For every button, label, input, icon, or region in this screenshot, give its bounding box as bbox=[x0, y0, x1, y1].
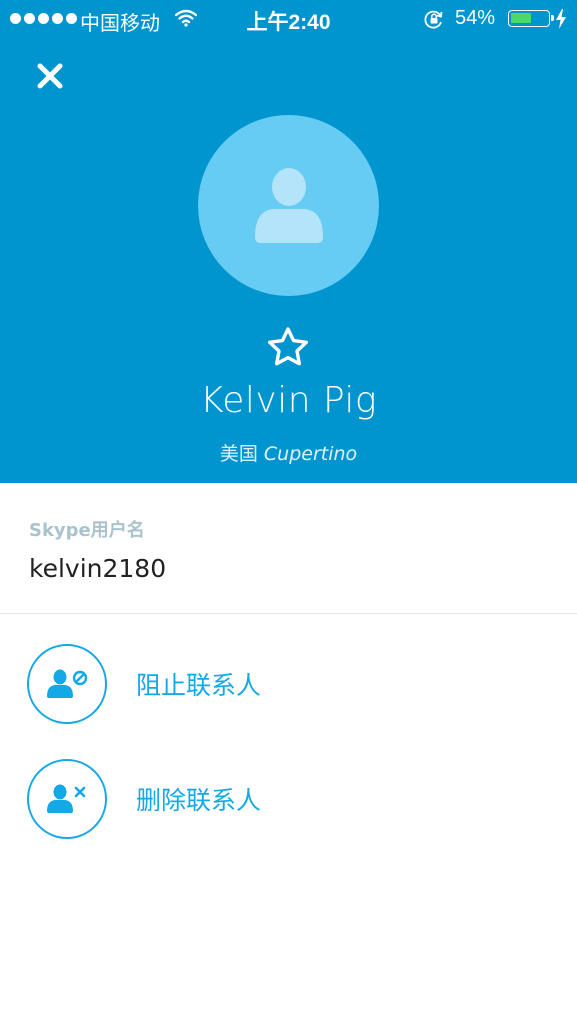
contact-location: 美国 Cupertino bbox=[0, 439, 577, 466]
remove-contact-icon bbox=[47, 784, 86, 813]
battery-icon bbox=[508, 10, 554, 27]
block-contact-button[interactable]: 阻止联系人 bbox=[27, 644, 427, 724]
close-button[interactable] bbox=[30, 56, 70, 96]
signal-strength-icon bbox=[10, 13, 77, 24]
battery-percent: 54% bbox=[455, 7, 496, 29]
block-contact-icon-ring bbox=[27, 644, 107, 724]
remove-contact-icon-ring bbox=[27, 759, 107, 839]
favorite-star-icon[interactable] bbox=[266, 326, 310, 368]
carrier-name: 中国移动 bbox=[80, 13, 160, 35]
person-icon bbox=[254, 167, 323, 243]
block-contact-icon bbox=[47, 669, 88, 698]
username-label: Skype用户名 bbox=[29, 520, 145, 541]
charging-bolt-icon bbox=[556, 9, 566, 29]
profile-header: 中国移动 上午2:40 54% Kelvin Pig 美国 Cupertino bbox=[0, 0, 577, 483]
contact-city: Cupertino bbox=[263, 443, 358, 465]
block-contact-label: 阻止联系人 bbox=[136, 671, 262, 700]
contact-name: Kelvin Pig bbox=[199, 380, 378, 421]
username-value: kelvin2180 bbox=[29, 554, 167, 583]
wifi-icon bbox=[175, 9, 197, 27]
status-bar: 中国移动 上午2:40 54% bbox=[0, 0, 577, 38]
close-icon bbox=[37, 63, 63, 89]
avatar bbox=[198, 115, 379, 296]
remove-contact-label: 删除联系人 bbox=[136, 786, 262, 815]
divider bbox=[0, 613, 577, 614]
contact-country: 美国 bbox=[219, 443, 258, 465]
remove-contact-button[interactable]: 删除联系人 bbox=[27, 759, 427, 839]
rotation-lock-icon bbox=[424, 10, 443, 29]
